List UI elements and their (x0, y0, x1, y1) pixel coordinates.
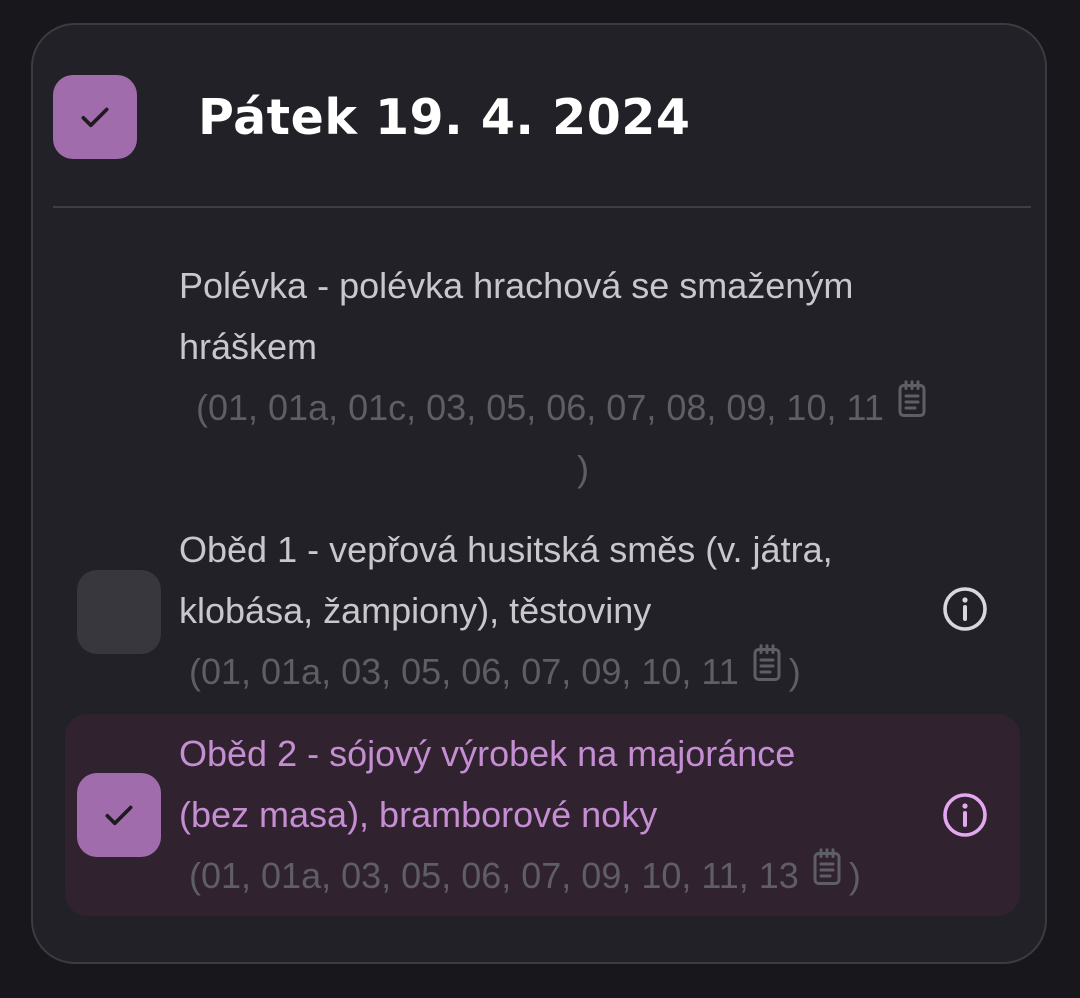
allergen-close-paren: ) (577, 448, 589, 489)
day-select-checkbox[interactable] (53, 75, 137, 159)
check-icon (81, 107, 109, 128)
notebook-icon[interactable] (749, 640, 785, 702)
meal-item-lunch-2[interactable]: Oběd 2 - sójový výrobek na majoránce (be… (65, 714, 1020, 916)
meal-item-lunch-1[interactable]: Oběd 1 - vepřová husitská směs (v. játra… (65, 517, 1020, 701)
divider (53, 206, 1031, 208)
check-icon (105, 805, 133, 826)
allergen-codes: (01, 01a, 03, 05, 06, 07, 09, 10, 11, 13 (189, 855, 799, 896)
meal-item-soup: Polévka - polévka hrachová se smaženým h… (65, 253, 1020, 493)
notebook-icon[interactable] (894, 376, 930, 438)
allergen-codes: (01, 01a, 03, 05, 06, 07, 09, 10, 11 (189, 651, 739, 692)
meal-name-line: Oběd 2 - sójový výrobek na majoránce (179, 733, 796, 774)
meal-name-line: Polévka - polévka hrachová se smaženým (179, 265, 854, 306)
allergen-close-paren: ) (848, 855, 861, 896)
meal-select-checkbox[interactable] (77, 773, 161, 857)
info-icon[interactable] (941, 791, 989, 839)
meal-name-line: (bez masa), bramborové noky (179, 794, 658, 835)
meal-name-line: Oběd 1 - vepřová husitská směs (v. játra… (179, 529, 833, 570)
info-icon[interactable] (941, 585, 989, 633)
allergen-codes: (01, 01a, 01c, 03, 05, 06, 07, 08, 09, 1… (196, 387, 884, 428)
meal-name-line: hráškem (179, 326, 318, 367)
meal-name-line: klobása, žampiony), těstoviny (179, 590, 652, 631)
day-menu-card: Pátek 19. 4. 2024 Polévka - polévka hrac… (31, 23, 1047, 964)
allergen-close-paren: ) (788, 651, 801, 692)
allergen-list: (01, 01a, 03, 05, 06, 07, 09, 10, 11, 13… (189, 845, 861, 909)
notebook-icon[interactable] (809, 844, 845, 906)
allergen-list: (01, 01a, 03, 05, 06, 07, 09, 10, 11 ) (189, 641, 801, 705)
day-title: Pátek 19. 4. 2024 (198, 89, 691, 146)
allergen-list: (01, 01a, 01c, 03, 05, 06, 07, 08, 09, 1… (196, 377, 934, 441)
meal-select-checkbox[interactable] (77, 570, 161, 654)
